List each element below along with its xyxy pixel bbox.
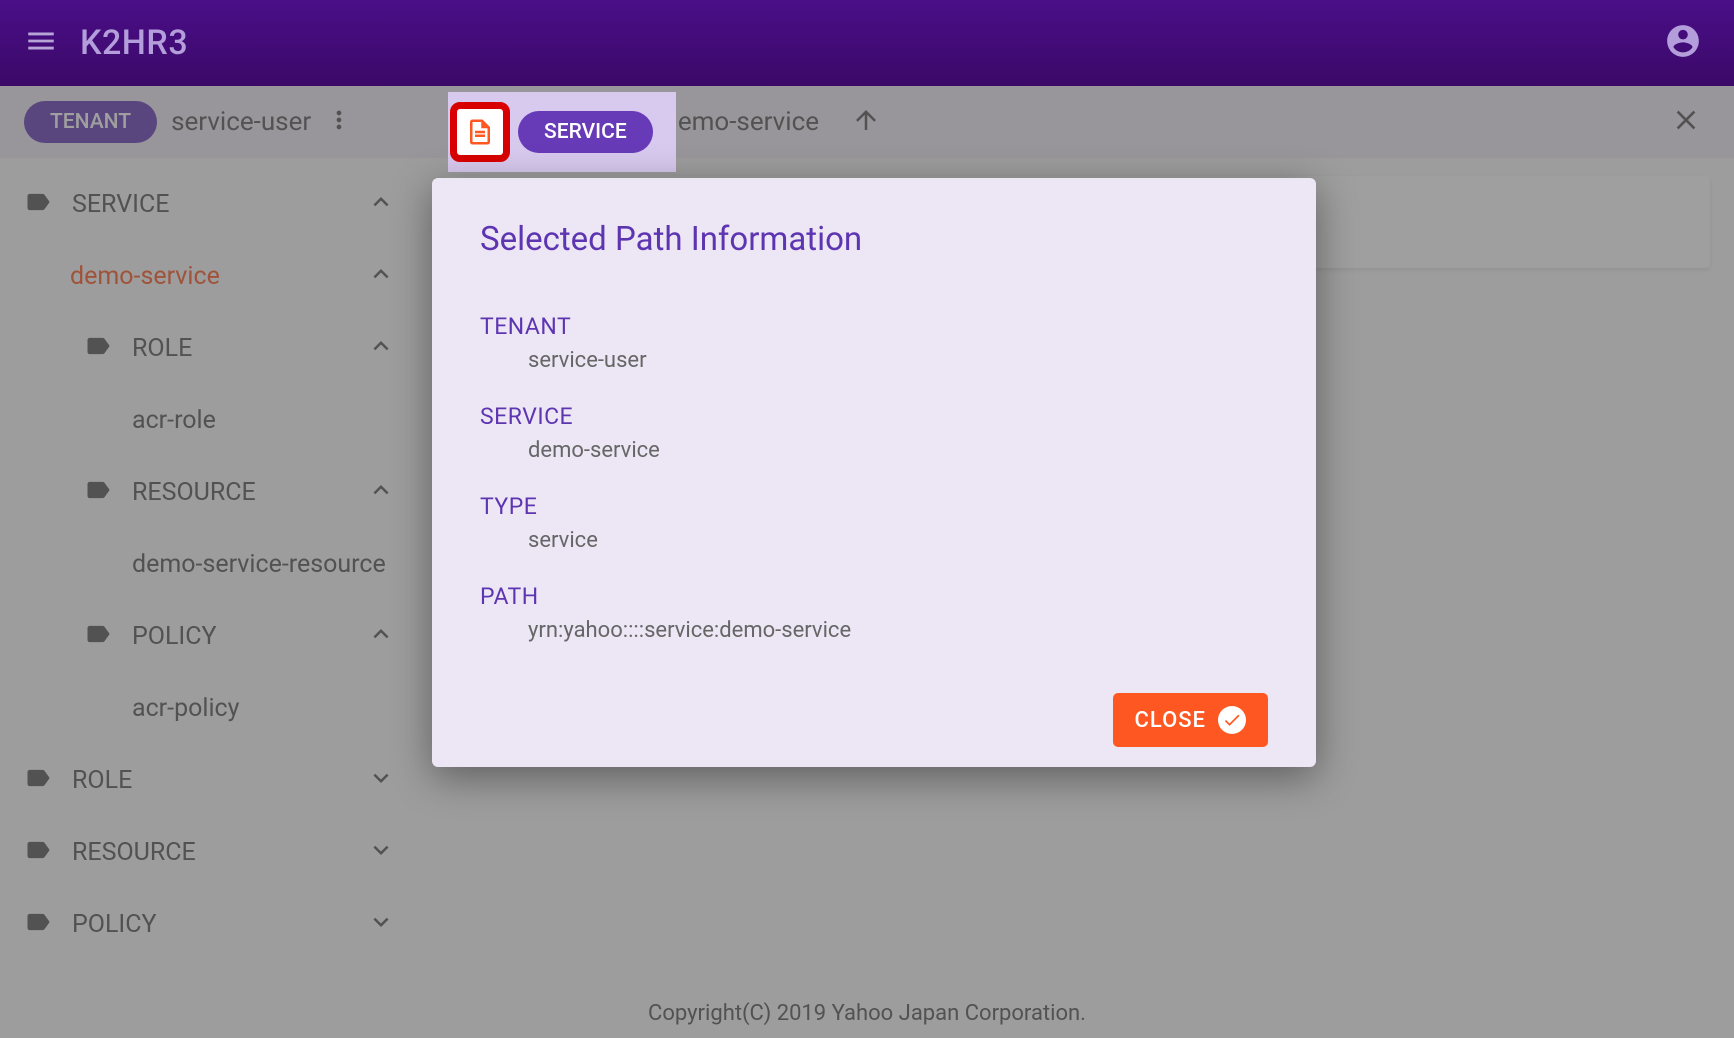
dialog-tenant-value: service-user [480, 348, 1268, 373]
check-circle-icon [1218, 706, 1246, 734]
close-button-label: CLOSE [1135, 708, 1206, 733]
dialog-title: Selected Path Information [480, 220, 1268, 259]
service-chip[interactable]: SERVICE [518, 111, 653, 153]
toolbar-highlight: SERVICE [448, 92, 676, 172]
menu-icon[interactable] [24, 24, 58, 62]
dialog-field-path: PATH yrn:yahoo::::service:demo-service [480, 583, 1268, 643]
dialog-actions: CLOSE [480, 693, 1268, 747]
dialog-path-label: PATH [480, 583, 1268, 610]
dialog-field-service: SERVICE demo-service [480, 403, 1268, 463]
dialog-service-value: demo-service [480, 438, 1268, 463]
dialog-type-label: TYPE [480, 493, 1268, 520]
dialog-service-label: SERVICE [480, 403, 1268, 430]
path-info-button-highlight[interactable] [450, 102, 510, 162]
path-info-dialog: Selected Path Information TENANT service… [432, 178, 1316, 767]
topbar: K2HR3 [0, 0, 1734, 86]
user-icon[interactable] [1664, 22, 1702, 64]
app-title: K2HR3 [80, 23, 188, 63]
dialog-type-value: service [480, 528, 1268, 553]
dialog-path-value: yrn:yahoo::::service:demo-service [480, 618, 1268, 643]
dialog-tenant-label: TENANT [480, 313, 1268, 340]
dialog-field-type: TYPE service [480, 493, 1268, 553]
close-button[interactable]: CLOSE [1113, 693, 1268, 747]
dialog-field-tenant: TENANT service-user [480, 313, 1268, 373]
document-icon [460, 111, 500, 153]
